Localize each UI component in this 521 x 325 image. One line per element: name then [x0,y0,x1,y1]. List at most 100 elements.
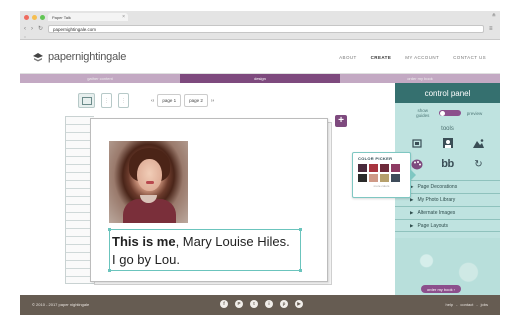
jobs-link[interactable]: jobs [481,302,488,307]
maximize-window-button[interactable] [40,15,45,20]
color-swatch[interactable] [369,164,378,172]
single-page-view-button[interactable] [78,93,95,108]
site-header: papernightingale ABOUT CREATE MY ACCOUNT… [20,40,500,74]
portrait-photo[interactable] [109,141,188,223]
guides-preview-toggle[interactable] [438,110,461,116]
resize-handle-top-left[interactable] [108,228,111,231]
nav-about[interactable]: ABOUT [339,55,357,60]
step-gather-content[interactable]: gather content [20,74,180,83]
color-picker-title: COLOR PICKER [358,156,393,161]
nav-contact-us[interactable]: CONTACT US [453,55,486,60]
color-picker-popover: COLOR PICKER more colors [352,152,416,198]
color-swatch[interactable] [369,174,378,182]
color-swatch[interactable] [380,174,389,182]
triangle-right-icon: ▶ [410,210,414,215]
triangle-right-icon: ▶ [410,197,414,202]
browser-menu-icon[interactable]: ≡ [489,26,493,32]
url-bar: ‹ › ↻ papernightingale.com ≡ [20,23,500,34]
back-icon[interactable]: ‹ [24,26,26,32]
popover-arrow [410,169,416,181]
step-label: design [254,76,266,81]
instagram-icon[interactable]: i [265,300,273,308]
step-design[interactable]: design [180,74,340,83]
forward-icon[interactable]: › [31,26,33,32]
resize-handle-bottom-right[interactable] [299,269,302,272]
caption-rest: , Mary Louise Hiles. [175,234,290,249]
link-separator: - [456,302,458,307]
spread-view-button[interactable]: ⋮ [101,93,112,108]
color-swatch[interactable] [391,174,400,182]
color-swatch[interactable] [391,164,400,172]
page-1-button[interactable]: page 1 [157,94,182,107]
close-window-button[interactable] [24,15,29,20]
prev-page-button[interactable]: ‹‹ [151,98,154,104]
window-controls [24,15,45,20]
step-label: gather content [87,76,113,81]
grid-view-button[interactable]: ⋮ [118,93,129,108]
color-swatch[interactable] [380,164,389,172]
landscape-icon[interactable] [470,136,488,150]
contact-link[interactable]: contact [460,302,473,307]
color-swatch[interactable] [358,164,367,172]
menu-page-layouts[interactable]: ▶ Page Layouts [395,219,500,232]
toggle-label-left: show guides [416,108,430,118]
caption-line-2: I go by Lou. [112,252,180,267]
minimize-window-button[interactable] [32,15,37,20]
design-workspace: ⋮ ⋮ ‹‹ page 1 page 2 ›› This is me, Mary… [20,83,395,295]
site-footer: © 2010 - 2017 paper nightingale f P t i … [20,295,500,315]
caption-bold: This is me [112,234,176,249]
undo-icon[interactable]: ↻ [470,157,488,171]
more-colors-link[interactable]: more colors [353,184,410,188]
panel-title: control panel [395,83,500,103]
view-toolbar: ⋮ ⋮ ‹‹ page 1 page 2 ›› [78,93,214,108]
menu-label: My Photo Library [417,197,456,203]
page-2-button[interactable]: page 2 [184,94,208,107]
twitter-icon[interactable]: t [250,300,258,308]
grid-view-icon: ⋮ [121,97,126,104]
logo-text: papernightingale [48,51,127,63]
color-swatch[interactable] [358,174,367,182]
apps-icon[interactable]: :: [24,34,26,39]
browser-tab[interactable]: Paper Talk × [48,13,128,21]
plus-icon: + [338,115,344,126]
main-nav: ABOUT CREATE MY ACCOUNT CONTACT US [339,55,486,60]
toggle-label-right: preview [466,110,483,116]
user-icon[interactable]: ≗ [492,13,496,19]
nav-create[interactable]: CREATE [371,55,392,60]
nav-my-account[interactable]: MY ACCOUNT [405,55,439,60]
help-link[interactable]: help [446,302,454,307]
text-size-icon[interactable]: bb [439,157,457,171]
progress-steps: gather content design order my book [20,74,500,83]
social-links: f P t i p ▶ [220,300,303,308]
youtube-icon[interactable]: ▶ [295,300,303,308]
step-label: order my book [407,76,433,81]
single-page-icon [81,96,92,105]
nightingale-logo-icon [33,53,43,62]
resize-handle-bottom-left[interactable] [108,269,111,272]
close-tab-icon[interactable]: × [122,14,125,20]
pinterest-icon[interactable]: P [235,300,243,308]
toggle-knob[interactable] [439,110,445,116]
color-swatches [358,164,410,182]
site-logo[interactable]: papernightingale [32,51,126,63]
link-separator: - [476,302,478,307]
crop-icon[interactable] [408,136,426,150]
photo-face [137,159,162,191]
portrait-icon[interactable] [439,136,457,150]
next-page-button[interactable]: ›› [211,98,214,104]
resize-handle-top-right[interactable] [299,228,302,231]
periscope-icon[interactable]: p [280,300,288,308]
book-page[interactable]: This is me, Mary Louise Hiles. I go by L… [90,118,328,282]
order-my-book-button[interactable]: order my book › [421,285,462,293]
caption-text[interactable]: This is me, Mary Louise Hiles. I go by L… [112,233,290,269]
reload-icon[interactable]: ↻ [38,25,43,32]
url-text: papernightingale.com [53,26,97,32]
caption-text-box[interactable]: This is me, Mary Louise Hiles. I go by L… [108,228,302,272]
add-page-button[interactable]: + [335,115,347,127]
address-input[interactable]: papernightingale.com [48,24,485,33]
browser-chrome: Paper Talk × ≗ ‹ › ↻ papernightingale.co… [20,11,500,40]
menu-alternate-images[interactable]: ▶ Alternate Images [395,206,500,219]
facebook-icon[interactable]: f [220,300,228,308]
menu-label: Page Decorations [417,184,458,190]
step-order-my-book[interactable]: order my book [340,74,500,83]
